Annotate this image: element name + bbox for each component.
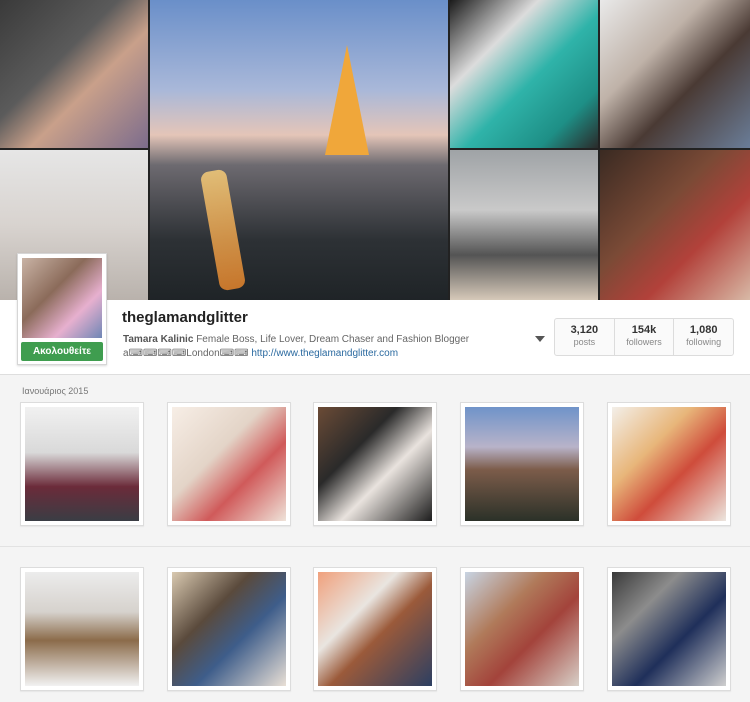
photo-image [172,572,286,686]
feed-section-date: Ιανουάριος 2015 [22,386,89,396]
profile-bio-line2: a⌨⌨⌨⌨London⌨⌨ http://www.theglamandglitt… [123,348,398,359]
stat-followers-count: 154k [631,324,657,336]
profile-location: a⌨⌨⌨⌨London⌨⌨ [123,348,249,359]
profile-avatar-card: Ακολουθείτε [17,253,107,365]
cover-photo-friends [600,150,750,300]
feed-photo[interactable] [20,402,144,526]
photo-image [465,407,579,521]
stat-following-label: following [686,337,722,347]
profile-username: theglamandglitter [122,309,248,326]
stat-following[interactable]: 1,080 following [674,319,733,355]
stat-posts[interactable]: 3,120 posts [555,319,615,355]
stat-posts-label: posts [573,337,596,347]
feed-divider [0,546,750,547]
stat-followers[interactable]: 154k followers [615,319,675,355]
cover-photo-paris [150,0,448,300]
photo-image [25,407,139,521]
photo-image [612,407,726,521]
feed-photo[interactable] [460,402,584,526]
profile-website-link[interactable]: http://www.theglamandglitter.com [251,348,398,359]
profile-bio-text: Female Boss, Life Lover, Dream Chaser an… [196,334,470,345]
profile-bio: Tamara Kalinic Female Boss, Life Lover, … [123,334,469,345]
profile-cover-collage [0,0,750,300]
cover-photo-elevator-selfie [450,150,598,300]
stat-following-count: 1,080 [689,324,718,336]
stat-followers-label: followers [626,337,662,347]
profile-stats: 3,120 posts 154k followers 1,080 followi… [554,318,734,356]
avenue-lights-shape [199,168,247,292]
feed-photo[interactable] [167,402,291,526]
cover-photo-dog [0,0,148,148]
stat-posts-count: 3,120 [570,324,599,336]
photo-image [318,407,432,521]
profile-full-name: Tamara Kalinic [123,334,194,345]
photo-image [25,572,139,686]
photo-image [612,572,726,686]
eiffel-tower-shape [325,45,369,155]
photo-image [318,572,432,686]
feed-photo[interactable] [167,567,291,691]
feed-photo[interactable] [607,567,731,691]
cover-photo-bag [450,0,598,148]
photo-image [465,572,579,686]
feed-photo[interactable] [607,402,731,526]
cover-photo-car-selfie [600,0,750,148]
following-button[interactable]: Ακολουθείτε [21,342,103,361]
feed-photo[interactable] [20,567,144,691]
feed-photo[interactable] [313,567,437,691]
photo-image [172,407,286,521]
chevron-down-icon[interactable] [535,336,545,342]
feed-photo[interactable] [460,567,584,691]
feed-photo[interactable] [313,402,437,526]
avatar[interactable] [22,258,102,338]
